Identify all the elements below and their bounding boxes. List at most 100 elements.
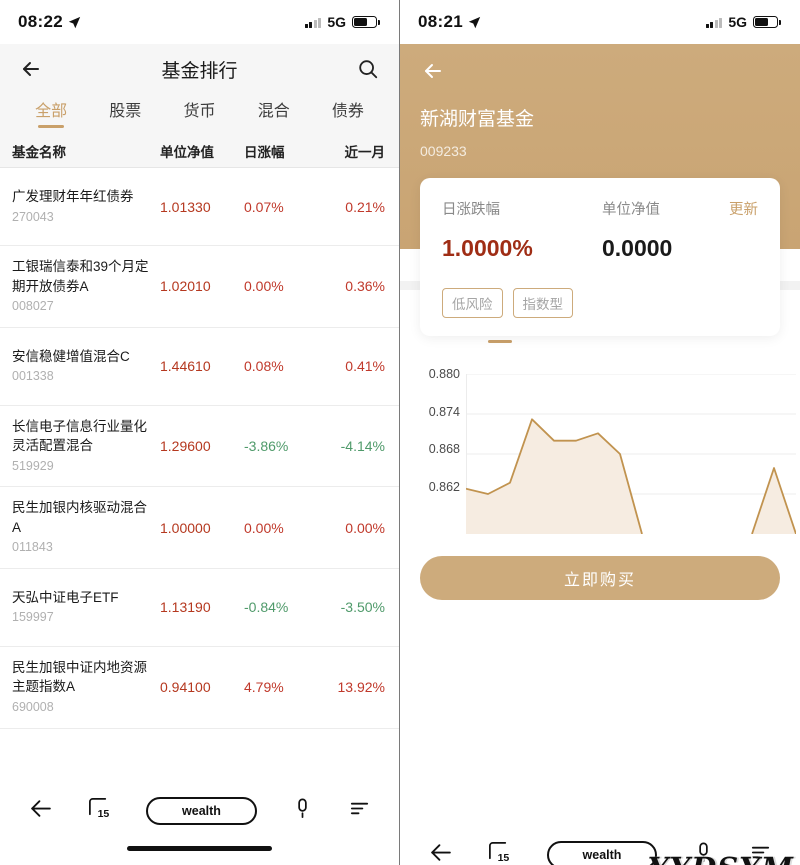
fund-daily-change-cell: -0.84% — [244, 599, 289, 616]
status-right-group: 5G — [705, 14, 781, 30]
fund-monthly-change-cell: 0.41% — [345, 358, 385, 375]
tab-currency[interactable]: 货币 — [162, 97, 236, 128]
chart-plot-area — [466, 374, 796, 534]
tab-all[interactable]: 全部 — [14, 97, 88, 128]
fund-daily-change-cell: 4.79% — [244, 679, 284, 696]
status-time: 08:21 — [418, 12, 463, 31]
back-arrow-icon[interactable] — [420, 58, 446, 84]
status-right-group: 5G — [304, 14, 380, 30]
status-left-group: 08:21 — [418, 12, 481, 32]
label-unit-nav: 单位净值 — [602, 202, 660, 218]
table-row[interactable]: 安信稳健增值混合C 001338 1.44610 0.08% 0.41% — [0, 328, 399, 406]
fund-monthly-change-cell: 13.92% — [337, 679, 385, 696]
fund-monthly-change-cell: 0.21% — [345, 198, 385, 215]
fund-summary-card: 日涨跌幅 单位净值 更新 1.0000% 0.0000 低风险 指数型 — [420, 178, 780, 336]
table-row[interactable]: 天弘中证电子ETF 159997 1.13190 -0.84% -3.50% — [0, 569, 399, 647]
tab-mixed[interactable]: 混合 — [237, 97, 311, 128]
category-tabs: 全部 股票 货币 混合 债券 — [0, 94, 399, 134]
fund-name-text: 工银瑞信泰和39个月定期开放债券A — [12, 259, 149, 294]
fund-nav-cell: 1.01330 — [160, 198, 211, 215]
fund-name-cell: 工银瑞信泰和39个月定期开放债券A 008027 — [12, 257, 152, 316]
search-icon[interactable] — [355, 56, 381, 82]
chart-y-tick: 0.880 — [428, 367, 460, 381]
fund-daily-change-cell: -3.86% — [244, 437, 289, 454]
fund-name-text: 民生加银中证内地资源主题指数A — [12, 659, 147, 695]
fund-name-cell: 长信电子信息行业量化灵活配置混合 519929 — [12, 417, 152, 476]
fund-daily-change-cell: 0.07% — [244, 198, 284, 215]
battery-icon — [352, 16, 380, 28]
fund-name-cell: 广发理财年年红债券 270043 — [12, 187, 152, 226]
back-arrow-icon[interactable] — [28, 796, 53, 826]
fund-name-cell: 民生加银内核驱动混合A 011843 — [12, 498, 152, 557]
table-row[interactable]: 民生加银内核驱动混合A 011843 1.00000 0.00% 0.00% — [0, 487, 399, 569]
table-row[interactable]: 广发理财年年红债券 270043 1.01330 0.07% 0.21% — [0, 168, 399, 246]
fund-nav-cell: 1.02010 — [160, 278, 211, 295]
signal-bars-icon — [304, 17, 322, 28]
fund-monthly-change-cell: 0.00% — [345, 519, 385, 536]
left-system-nav-bar: 15 wealth — [0, 780, 399, 865]
fund-monthly-change-cell: -3.50% — [340, 599, 385, 616]
fund-daily-change-cell: 0.00% — [244, 519, 284, 536]
tab-bonds[interactable]: 债券 — [311, 97, 385, 128]
chip-fund-type: 指数型 — [512, 288, 573, 318]
fund-code-text: 001338 — [12, 369, 54, 384]
fund-nav-cell: 1.00000 — [160, 519, 211, 536]
chart-y-tick: 0.874 — [428, 404, 460, 419]
label-daily-change: 日涨跌幅 — [442, 202, 500, 218]
tab-stocks[interactable]: 股票 — [88, 97, 162, 128]
table-row[interactable]: 民生加银中证内地资源主题指数A 690008 0.94100 4.79% 13.92% — [0, 647, 399, 729]
fund-code-text: 008027 — [12, 299, 54, 314]
fund-name-text: 安信稳健增值混合C — [12, 348, 130, 364]
card-labels-row: 日涨跌幅 单位净值 更新 — [442, 198, 758, 219]
recents-15-icon[interactable]: 15 — [487, 840, 512, 865]
location-arrow-icon — [68, 16, 81, 29]
fund-daily-change-cell: 0.08% — [244, 358, 284, 375]
chart-svg — [466, 374, 796, 534]
back-arrow-icon[interactable] — [18, 56, 44, 82]
status-left-group: 08:22 — [18, 12, 81, 32]
battery-icon — [753, 16, 781, 28]
right-phone-screen: 08:21 5G 新湖财富基金 009233 日涨跌幅 单位净值 更新 1.00… — [400, 0, 800, 865]
update-link[interactable]: 更新 — [729, 198, 758, 219]
table-header: 基金名称 单位净值 日涨幅 近一月 — [0, 134, 399, 168]
fund-name-cell: 天弘中证电子ETF 159997 — [12, 588, 152, 627]
table-row[interactable]: 工银瑞信泰和39个月定期开放债券A 008027 1.02010 0.00% 0.36% — [0, 246, 399, 328]
screenshot-stage: 08:22 5G 基金排行 全部 股票 货币 混合 债券 基金名称 单位净值 日… — [0, 0, 800, 865]
column-header-nav: 单位净值 — [160, 144, 214, 160]
chart-area-fill-0 — [466, 419, 642, 534]
fund-name-cell: 安信稳健增值混合C 001338 — [12, 347, 152, 386]
chart-y-axis-labels: 0.862 0.868 0.874 0.880 — [414, 367, 460, 524]
back-arrow-icon[interactable] — [428, 840, 453, 865]
fund-monthly-change-cell: 0.36% — [345, 278, 385, 295]
column-header-day: 日涨幅 — [244, 144, 285, 160]
left-phone-screen: 08:22 5G 基金排行 全部 股票 货币 混合 债券 基金名称 单位净值 日… — [0, 0, 400, 865]
column-header-name: 基金名称 — [12, 144, 66, 160]
page-title: 基金排行 — [161, 60, 238, 82]
card-values-row: 1.0000% 0.0000 — [442, 235, 758, 262]
fund-nav-cell: 1.13190 — [160, 599, 211, 616]
column-header-month: 近一月 — [344, 144, 386, 160]
value-unit-nav: 0.0000 — [602, 235, 673, 261]
location-arrow-icon — [468, 16, 481, 29]
buy-now-button[interactable]: 立即购买 — [420, 556, 780, 600]
wealth-pill-button[interactable]: wealth — [146, 797, 257, 825]
fund-nav-cell: 1.29600 — [160, 437, 211, 454]
left-system-nav-inner: 15 wealth — [0, 780, 399, 832]
fund-name-text: 天弘中证电子ETF — [12, 589, 119, 605]
svg-text:15: 15 — [98, 808, 110, 820]
left-nav-header: 基金排行 — [0, 44, 399, 94]
table-row[interactable]: 长信电子信息行业量化灵活配置混合 519929 1.29600 -3.86% -4.14… — [0, 406, 399, 488]
menu-lines-icon[interactable] — [348, 797, 371, 825]
recents-15-icon[interactable]: 15 — [87, 796, 112, 826]
network-type-label: 5G — [728, 14, 747, 30]
svg-text:15: 15 — [498, 852, 510, 864]
fund-tag-chips: 低风险 指数型 — [442, 288, 758, 318]
fund-daily-change-cell: 0.00% — [244, 278, 284, 295]
fund-nav-cell: 1.44610 — [160, 358, 211, 375]
fund-name-text: 长信电子信息行业量化灵活配置混合 — [12, 418, 147, 454]
microphone-icon[interactable] — [291, 797, 314, 825]
home-indicator — [127, 846, 272, 851]
fund-name-text: 广发理财年年红债券 — [12, 188, 134, 204]
fund-monthly-change-cell: -4.14% — [340, 437, 385, 454]
left-status-bar: 08:22 5G — [0, 0, 399, 44]
